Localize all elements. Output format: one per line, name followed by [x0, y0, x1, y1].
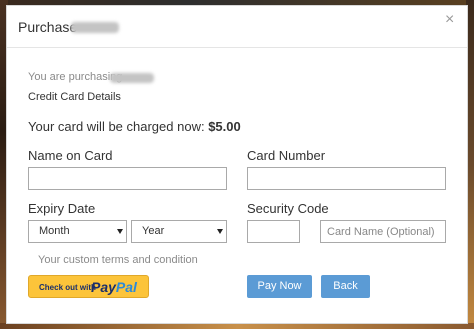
- redacted-purchase-item: [110, 73, 154, 83]
- month-selected-value: Month: [39, 225, 70, 237]
- modal-title: Purchase: [18, 19, 78, 35]
- terms-text[interactable]: Your custom terms and condition: [38, 254, 198, 266]
- credit-card-details-heading: Credit Card Details: [28, 91, 121, 103]
- modal-header: Purchase ×: [7, 6, 467, 48]
- pay-now-button[interactable]: Pay Now: [247, 275, 312, 298]
- back-button[interactable]: Back: [321, 275, 370, 298]
- purchasing-label: You are purchasing: [28, 71, 123, 83]
- expiry-year-select[interactable]: Year: [131, 220, 227, 243]
- paypal-logo-pay: Pay: [91, 279, 116, 295]
- year-selected-value: Year: [142, 225, 165, 237]
- name-on-card-label: Name on Card: [28, 148, 113, 163]
- security-code-label: Security Code: [247, 201, 329, 216]
- paypal-prefix: Check out with: [39, 283, 96, 292]
- card-name-input[interactable]: [320, 220, 446, 243]
- paypal-logo-pal: Pal: [115, 279, 137, 295]
- paypal-logo: PayPal: [91, 279, 137, 295]
- close-icon[interactable]: ×: [445, 11, 454, 29]
- chevron-down-icon: [117, 229, 123, 234]
- name-on-card-input[interactable]: [28, 167, 227, 190]
- redacted-item-name: [71, 22, 119, 33]
- card-number-label: Card Number: [247, 148, 326, 163]
- charge-notice: Your card will be charged now: $5.00: [28, 119, 241, 134]
- card-number-input[interactable]: [247, 167, 446, 190]
- paypal-checkout-button[interactable]: Check out with PayPal: [28, 275, 149, 298]
- purchase-modal: Purchase × You are purchasing Credit Car…: [6, 5, 468, 324]
- chevron-down-icon: [217, 229, 223, 234]
- expiry-date-label: Expiry Date: [28, 201, 96, 216]
- expiry-month-select[interactable]: Month: [28, 220, 127, 243]
- charge-prefix: Your card will be charged now:: [28, 119, 205, 134]
- charge-amount: $5.00: [208, 119, 241, 134]
- security-code-input[interactable]: [247, 220, 300, 243]
